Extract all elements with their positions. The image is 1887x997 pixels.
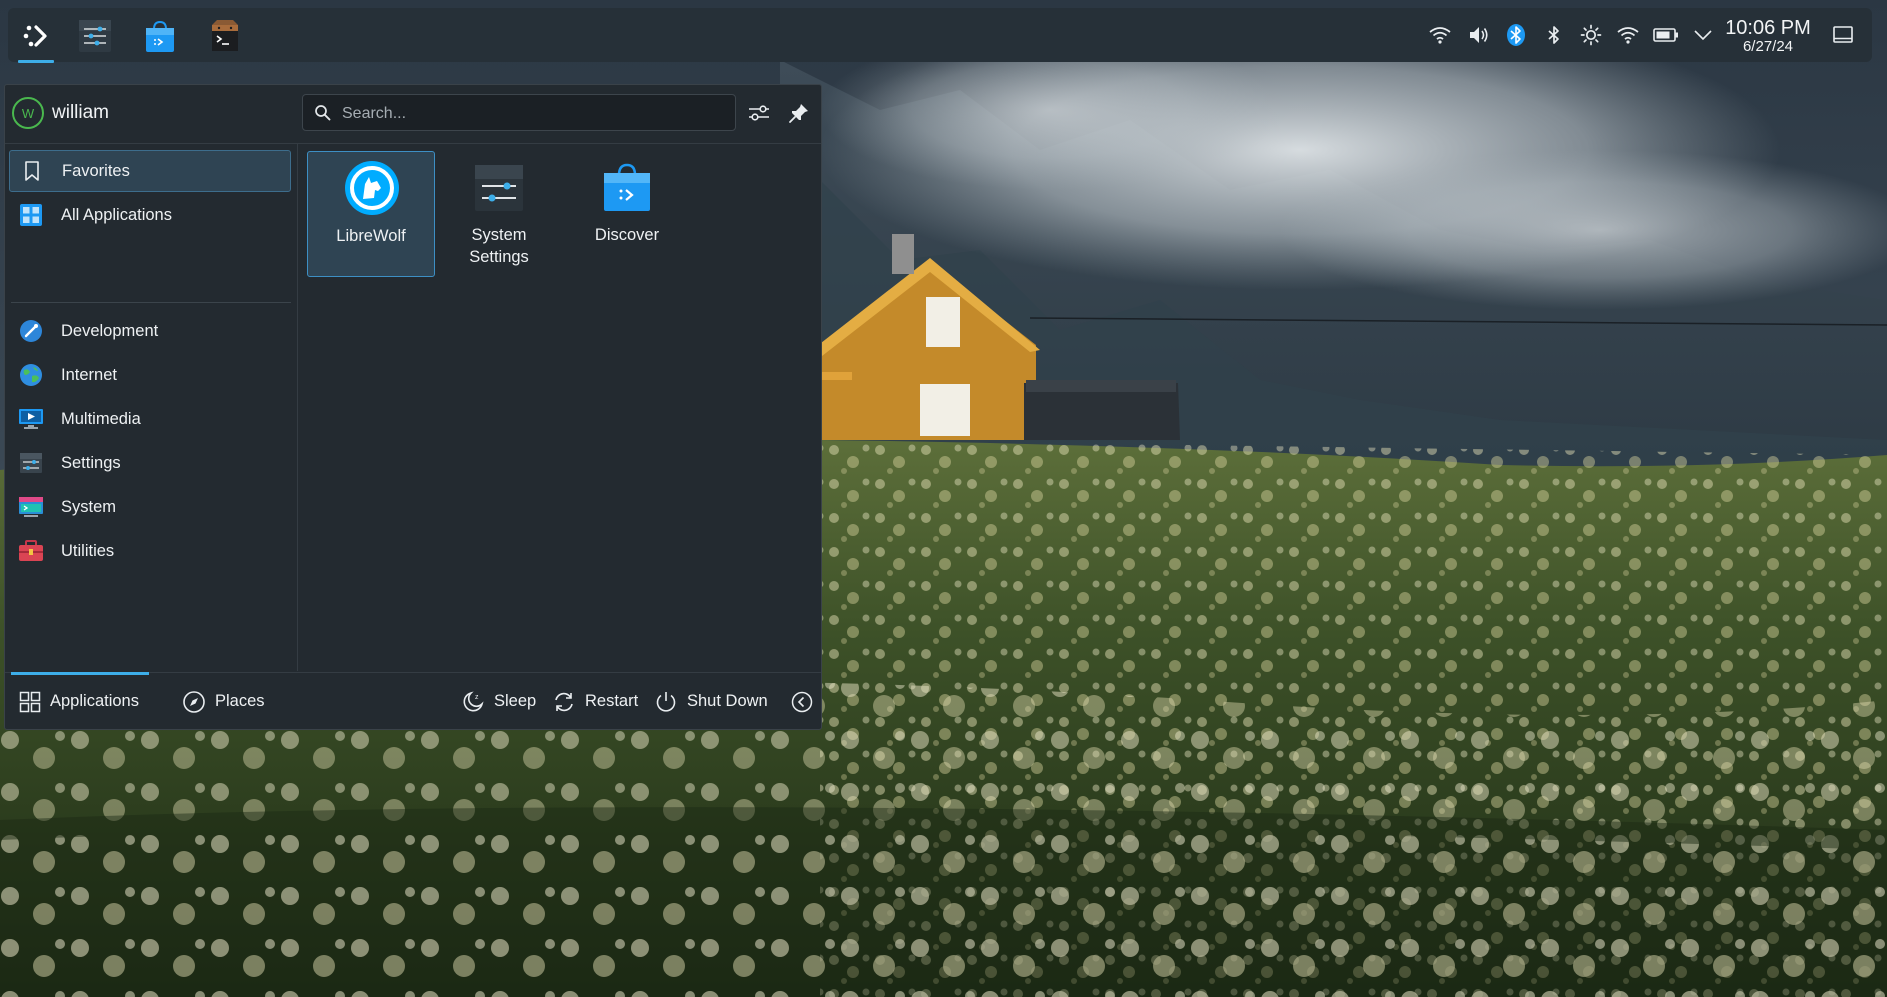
category-label: Development: [61, 321, 159, 340]
category-label: All Applications: [61, 205, 172, 224]
clock[interactable]: 10:06 PM 6/27/24: [1718, 16, 1818, 54]
bluetooth-icon[interactable]: [1541, 22, 1567, 48]
launcher-header: W william: [5, 85, 821, 144]
restart-label: Restart: [585, 692, 639, 710]
power-icon: [656, 691, 676, 712]
librewolf-icon: [345, 161, 399, 215]
launcher-footer: Applications Places z Sleep Restart Shut…: [5, 672, 821, 730]
search-field[interactable]: [302, 94, 736, 131]
category-settings[interactable]: Settings: [9, 442, 291, 484]
shut-down-button[interactable]: Shut Down: [654, 673, 768, 730]
sleep-icon: z: [463, 690, 484, 711]
shut-down-label: Shut Down: [687, 692, 768, 710]
system-icon: [17, 493, 45, 521]
multimedia-icon: [17, 405, 45, 433]
category-internet[interactable]: Internet: [9, 354, 291, 396]
category-multimedia[interactable]: Multimedia: [9, 398, 291, 440]
top-panel: 10:06 PM 6/27/24: [8, 8, 1872, 63]
discover-icon: [604, 163, 650, 211]
category-all-applications[interactable]: All Applications: [9, 194, 291, 236]
show-desktop-icon[interactable]: [1830, 22, 1856, 48]
app-discover[interactable]: Discover: [563, 151, 691, 277]
terminal-icon[interactable]: [205, 16, 245, 56]
wifi-icon[interactable]: [1427, 22, 1453, 48]
sleep-label: Sleep: [494, 692, 537, 710]
application-launcher-menu: W william Search... Favorites All Applic…: [4, 84, 822, 730]
applications-grid-icon: [19, 691, 41, 712]
category-development[interactable]: Development: [9, 310, 291, 352]
avatar-initial: W: [21, 105, 35, 121]
chevron-down-icon[interactable]: [1690, 22, 1716, 48]
system-settings-icon: [475, 165, 523, 211]
tab-label: Applications: [50, 692, 139, 710]
tab-label: Places: [215, 692, 265, 710]
settings-icon: [17, 449, 45, 477]
kde-launcher-icon[interactable]: [16, 16, 56, 63]
restart-icon: [555, 692, 573, 711]
restart-button[interactable]: Restart: [552, 673, 638, 730]
avatar[interactable]: W: [12, 97, 44, 129]
app-label-line: Settings: [469, 248, 529, 266]
app-librewolf[interactable]: LibreWolf: [307, 151, 435, 277]
category-sidebar: Favorites All Applications Development I…: [5, 144, 298, 671]
bookmark-icon: [18, 157, 46, 185]
configure-sliders-icon[interactable]: [743, 97, 775, 129]
search-icon: [315, 105, 331, 121]
toolbox-icon: [17, 537, 45, 565]
bluetooth-blue-icon[interactable]: [1503, 22, 1529, 48]
clock-time: 10:06 PM: [1725, 17, 1811, 39]
search-input[interactable]: [340, 101, 724, 126]
app-label: LibreWolf: [336, 227, 406, 245]
svg-text:z: z: [475, 694, 479, 701]
category-label: Internet: [61, 365, 117, 384]
store-bag-icon[interactable]: [140, 16, 180, 56]
clock-date: 6/27/24: [1742, 38, 1794, 55]
category-label: Settings: [61, 453, 121, 472]
development-icon: [17, 317, 45, 345]
battery-icon[interactable]: [1653, 22, 1679, 48]
globe-icon: [17, 361, 45, 389]
app-label: Discover: [594, 226, 660, 244]
pin-icon[interactable]: [783, 97, 815, 129]
compass-icon: [183, 690, 205, 713]
settings-sliders-icon[interactable]: [75, 16, 115, 56]
app-system-settings[interactable]: System Settings: [435, 151, 563, 277]
category-label: System: [61, 497, 117, 516]
category-label: Utilities: [61, 541, 115, 560]
more-actions-button[interactable]: [791, 673, 822, 730]
volume-icon[interactable]: [1466, 22, 1492, 48]
tab-places[interactable]: Places: [182, 673, 265, 730]
grid-apps-icon: [17, 201, 45, 229]
brightness-icon[interactable]: [1578, 22, 1604, 48]
sleep-button[interactable]: z Sleep: [461, 673, 536, 730]
category-system[interactable]: System: [9, 486, 291, 528]
app-label: System Settings: [435, 224, 563, 268]
category-utilities[interactable]: Utilities: [9, 530, 291, 572]
network-icon[interactable]: [1615, 22, 1641, 48]
app-label-line: System: [471, 226, 527, 244]
tab-applications[interactable]: Applications: [11, 672, 149, 730]
category-label: Favorites: [62, 161, 130, 180]
username: william: [52, 102, 109, 123]
sidebar-divider: [11, 302, 291, 303]
category-favorites[interactable]: Favorites: [9, 150, 291, 192]
chevron-left-circle-icon: [791, 691, 813, 712]
category-label: Multimedia: [61, 409, 141, 428]
